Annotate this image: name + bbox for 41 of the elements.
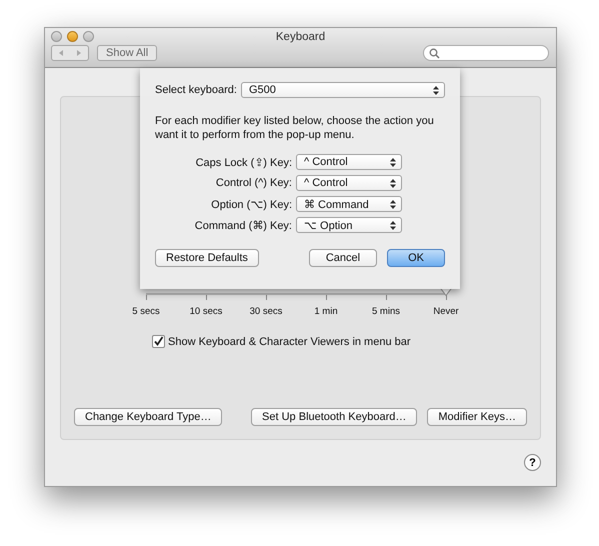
search-field[interactable] bbox=[423, 45, 549, 61]
window-title: Keyboard bbox=[276, 30, 326, 42]
back-icon[interactable] bbox=[57, 49, 65, 57]
show-all-button[interactable]: Show All bbox=[97, 45, 158, 61]
action-dropdown[interactable]: ⌘ Command bbox=[296, 196, 402, 212]
back-forward-control[interactable] bbox=[51, 45, 89, 61]
modifier-key-label: Caps Lock (⇪) Key: bbox=[194, 156, 292, 168]
help-button[interactable]: ? bbox=[524, 454, 541, 471]
search-icon bbox=[429, 48, 440, 58]
stepper-arrows-icon bbox=[390, 200, 396, 208]
checkbox[interactable] bbox=[152, 335, 165, 348]
slider-label: Never bbox=[433, 306, 459, 317]
bluetooth-keyboard-button[interactable]: Set Up Bluetooth Keyboard… bbox=[251, 408, 418, 426]
change-keyboard-type-button[interactable]: Change Keyboard Type… bbox=[74, 408, 222, 426]
stepper-arrows-icon bbox=[390, 158, 396, 166]
select-keyboard-label: Select keyboard: bbox=[155, 84, 237, 96]
slider-label: 10 secs bbox=[190, 306, 222, 317]
zoom-icon[interactable] bbox=[83, 31, 94, 42]
restore-defaults-button[interactable]: Restore Defaults bbox=[155, 249, 259, 267]
action-dropdown[interactable]: ^ Control bbox=[296, 154, 402, 170]
stepper-arrows-icon bbox=[390, 178, 396, 188]
modifier-keys-button[interactable]: Modifier Keys… bbox=[427, 408, 527, 426]
action-dropdown[interactable]: ^ Control bbox=[296, 175, 402, 191]
minimize-icon[interactable] bbox=[67, 31, 78, 42]
stepper-arrows-icon bbox=[432, 86, 439, 94]
keyboard-dropdown[interactable]: G500 bbox=[240, 82, 445, 98]
instructions-text: For each modifier key listed below, choose the action you want it to perform from the pop-up menu. bbox=[155, 114, 435, 142]
slider-label: 5 secs bbox=[132, 306, 160, 317]
checkbox-label: Show Keyboard & Character Viewers in menu bar bbox=[168, 336, 411, 348]
close-icon[interactable] bbox=[51, 31, 62, 42]
forward-icon[interactable] bbox=[75, 49, 83, 57]
action-dropdown[interactable]: ⌥ Option bbox=[296, 217, 402, 233]
ok-button[interactable]: OK bbox=[387, 249, 445, 267]
slider-label: 5 mins bbox=[372, 306, 400, 317]
modifier-key-label: Control (^) Key: bbox=[214, 177, 292, 189]
cancel-button[interactable]: Cancel bbox=[308, 249, 378, 267]
modifier-key-label: Option (⌥) Key: bbox=[210, 198, 292, 210]
modifier-key-label: Command (⌘) Key: bbox=[194, 218, 292, 232]
stepper-arrows-icon bbox=[390, 220, 396, 230]
slider-label: 30 secs bbox=[250, 306, 282, 317]
slider-label: 1 min bbox=[314, 306, 338, 317]
